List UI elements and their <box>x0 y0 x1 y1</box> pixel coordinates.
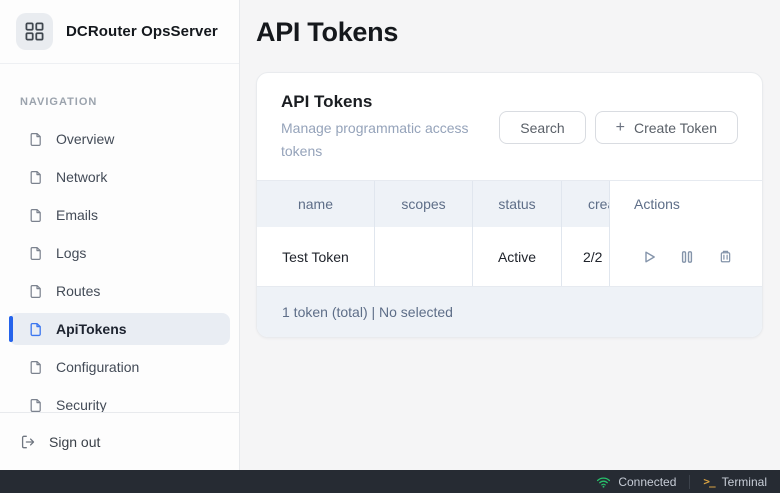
document-icon <box>28 170 43 185</box>
search-button[interactable]: Search <box>499 111 585 144</box>
col-header-status: status <box>473 181 562 227</box>
nav-section-label: NAVIGATION <box>0 96 239 108</box>
terminal-label: Terminal <box>722 475 767 489</box>
main-content: API Tokens API Tokens Manage programmati… <box>240 0 780 470</box>
cell-token-status: Active <box>473 227 562 286</box>
sidebar-item-label: Logs <box>56 245 86 261</box>
panel-actions: Search + Create Token <box>499 111 738 144</box>
wifi-icon <box>596 476 611 488</box>
sidebar-item-apitokens[interactable]: ApiTokens <box>9 313 230 345</box>
panel-subtitle: Manage programmatic access tokens <box>281 117 493 163</box>
sidebar-item-security[interactable]: Security <box>9 389 230 412</box>
play-token-button[interactable] <box>640 248 658 266</box>
cell-token-name: Test Token <box>257 227 375 286</box>
delete-token-button[interactable] <box>716 248 734 266</box>
sidebar-item-label: Emails <box>56 207 98 223</box>
sidebar-item-label: ApiTokens <box>56 321 127 337</box>
sidebar-nav: NAVIGATION Overview Network Emails Logs … <box>0 64 239 412</box>
col-header-name: name <box>257 181 375 227</box>
panel-header: API Tokens Manage programmatic access to… <box>257 73 762 180</box>
document-icon <box>28 322 43 337</box>
document-icon <box>28 284 43 299</box>
connection-status-label: Connected <box>618 475 676 489</box>
status-bar: Connected >_ Terminal <box>0 470 780 493</box>
sidebar-item-routes[interactable]: Routes <box>9 275 230 307</box>
table-header-row: name scopes status created Actions <box>257 181 762 227</box>
page-title: API Tokens <box>256 15 764 49</box>
pause-icon <box>678 248 696 266</box>
table-row[interactable]: Test Token Active 2/2 <box>257 227 762 287</box>
tokens-table: name scopes status created Actions Test … <box>257 180 762 287</box>
panel-header-text: API Tokens Manage programmatic access to… <box>281 92 493 163</box>
brand: DCRouter OpsServer <box>0 0 239 64</box>
document-icon <box>28 398 43 413</box>
sidebar-item-emails[interactable]: Emails <box>9 199 230 231</box>
sidebar-item-configuration[interactable]: Configuration <box>9 351 230 383</box>
terminal-toggle[interactable]: >_ Terminal <box>690 470 780 493</box>
document-icon <box>28 246 43 261</box>
sign-out-icon <box>20 434 36 450</box>
document-icon <box>28 208 43 223</box>
connection-status: Connected <box>583 470 689 493</box>
document-icon <box>28 360 43 375</box>
terminal-icon: >_ <box>703 475 714 488</box>
sidebar: DCRouter OpsServer NAVIGATION Overview N… <box>0 0 240 470</box>
col-header-scopes: scopes <box>375 181 473 227</box>
sidebar-item-label: Security <box>56 397 107 412</box>
pause-token-button[interactable] <box>678 248 696 266</box>
create-token-label: Create Token <box>634 120 717 136</box>
sidebar-item-overview[interactable]: Overview <box>9 123 230 155</box>
sidebar-item-label: Routes <box>56 283 100 299</box>
sidebar-item-label: Configuration <box>56 359 139 375</box>
trash-icon <box>717 248 734 265</box>
sidebar-item-label: Overview <box>56 131 114 147</box>
api-tokens-panel: API Tokens Manage programmatic access to… <box>256 72 763 338</box>
panel-title: API Tokens <box>281 92 493 112</box>
cell-token-scopes <box>375 227 473 286</box>
sign-out-button[interactable]: Sign out <box>0 412 239 470</box>
brand-name: DCRouter OpsServer <box>66 23 218 40</box>
sign-out-label: Sign out <box>49 434 100 450</box>
sidebar-item-network[interactable]: Network <box>9 161 230 193</box>
table-footer-summary: 1 token (total) | No selected <box>257 287 762 337</box>
col-header-created: created <box>562 181 610 227</box>
sidebar-item-logs[interactable]: Logs <box>9 237 230 269</box>
cell-token-actions <box>610 227 762 286</box>
col-header-actions: Actions <box>610 181 762 227</box>
plus-icon: + <box>616 120 625 136</box>
create-token-button[interactable]: + Create Token <box>595 111 738 144</box>
active-indicator-bar <box>9 316 13 342</box>
app-logo-grid-icon <box>16 13 53 50</box>
search-button-label: Search <box>520 120 564 136</box>
cell-token-created: 2/2 <box>562 227 610 286</box>
play-icon <box>640 248 658 266</box>
sidebar-item-label: Network <box>56 169 107 185</box>
document-icon <box>28 132 43 147</box>
